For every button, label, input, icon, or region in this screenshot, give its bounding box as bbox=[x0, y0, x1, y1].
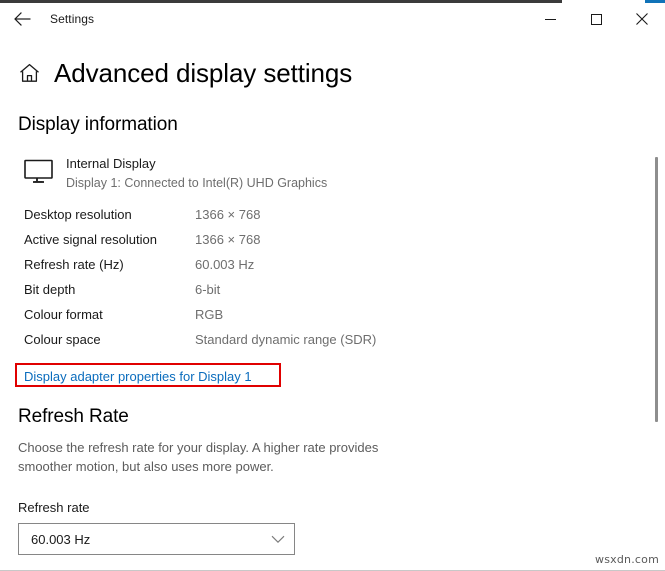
minimize-icon bbox=[545, 14, 556, 25]
spec-value: 1366 × 768 bbox=[195, 232, 260, 247]
page-content: Advanced display settings Display inform… bbox=[0, 35, 665, 571]
watermark: wsxdn.com bbox=[595, 553, 659, 566]
spec-label: Refresh rate (Hz) bbox=[24, 257, 195, 272]
app-title: Settings bbox=[50, 12, 94, 26]
refresh-rate-heading: Refresh Rate bbox=[0, 406, 665, 428]
spec-label: Active signal resolution bbox=[24, 232, 195, 247]
display-spec-table: Desktop resolution 1366 × 768 Active sig… bbox=[0, 207, 665, 357]
table-row: Bit depth 6-bit bbox=[24, 282, 665, 307]
display-information-heading: Display information bbox=[0, 114, 665, 136]
spec-value: 1366 × 768 bbox=[195, 207, 260, 222]
page-header: Advanced display settings bbox=[0, 51, 665, 95]
back-button[interactable] bbox=[0, 3, 44, 35]
maximize-button[interactable] bbox=[573, 3, 619, 35]
spec-label: Desktop resolution bbox=[24, 207, 195, 222]
refresh-rate-selected-value: 60.003 Hz bbox=[31, 532, 90, 547]
close-button[interactable] bbox=[619, 3, 665, 35]
table-row: Refresh rate (Hz) 60.003 Hz bbox=[24, 257, 665, 282]
display-name: Internal Display bbox=[66, 155, 327, 173]
spec-label: Bit depth bbox=[24, 282, 195, 297]
monitor-icon bbox=[24, 155, 58, 187]
spec-value: 6-bit bbox=[195, 282, 220, 297]
table-row: Desktop resolution 1366 × 768 bbox=[24, 207, 665, 232]
spec-label: Colour format bbox=[24, 307, 195, 322]
spec-value: 60.003 Hz bbox=[195, 257, 254, 272]
spec-label: Colour space bbox=[24, 332, 195, 347]
window-controls bbox=[527, 3, 665, 35]
table-row: Active signal resolution 1366 × 768 bbox=[24, 232, 665, 257]
settings-window: Settings bbox=[0, 0, 665, 571]
spec-value: Standard dynamic range (SDR) bbox=[195, 332, 376, 347]
chevron-down-icon bbox=[271, 535, 285, 544]
table-row: Colour format RGB bbox=[24, 307, 665, 332]
back-arrow-icon bbox=[14, 12, 31, 26]
close-icon bbox=[636, 13, 648, 25]
display-adapter-properties-link[interactable]: Display adapter properties for Display 1 bbox=[24, 369, 252, 384]
monitor-text: Internal Display Display 1: Connected to… bbox=[66, 155, 327, 193]
minimize-button[interactable] bbox=[527, 3, 573, 35]
scrollbar-thumb[interactable] bbox=[655, 157, 658, 422]
vertical-scrollbar[interactable] bbox=[649, 35, 665, 571]
refresh-rate-description: Choose the refresh rate for your display… bbox=[0, 438, 418, 476]
adapter-link-row: Display adapter properties for Display 1 bbox=[0, 363, 665, 389]
refresh-rate-dropdown[interactable]: 60.003 Hz bbox=[18, 523, 295, 555]
display-connection: Display 1: Connected to Intel(R) UHD Gra… bbox=[66, 174, 327, 193]
maximize-icon bbox=[591, 14, 602, 25]
clipped-text-below-fold bbox=[22, 558, 212, 563]
page-title: Advanced display settings bbox=[54, 58, 352, 89]
refresh-rate-field-label: Refresh rate bbox=[0, 500, 665, 515]
monitor-summary: Internal Display Display 1: Connected to… bbox=[0, 155, 665, 193]
title-bar: Settings bbox=[0, 3, 665, 35]
home-icon[interactable] bbox=[16, 60, 42, 86]
spec-value: RGB bbox=[195, 307, 223, 322]
table-row: Colour space Standard dynamic range (SDR… bbox=[24, 332, 665, 357]
